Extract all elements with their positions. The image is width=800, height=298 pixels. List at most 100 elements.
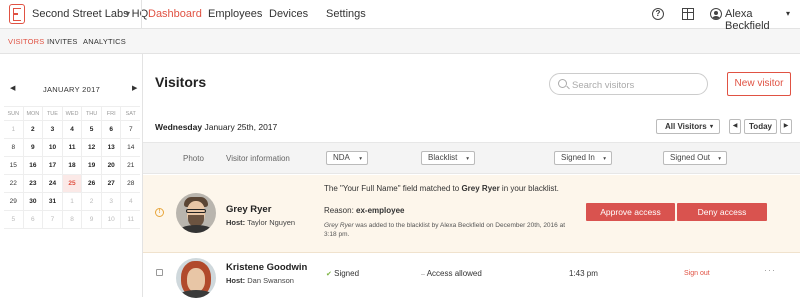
row-checkbox[interactable]	[156, 269, 163, 276]
subnav-visitors[interactable]: VISITORS	[8, 37, 44, 46]
calendar-day[interactable]: 30	[24, 193, 44, 210]
calendar-day[interactable]: 29	[4, 193, 24, 210]
calendar-day[interactable]: 15	[4, 157, 24, 174]
calendar-day[interactable]: 1	[4, 121, 24, 138]
blacklist-alert-message: The "Your Full Name" field matched to Gr…	[324, 184, 559, 193]
sub-nav: VISITORS INVITES ANALYTICS	[0, 29, 800, 54]
calendar-day[interactable]: 4	[63, 121, 83, 138]
next-day-button[interactable]: ▶	[780, 119, 792, 134]
alert-text: The "Your Full Name" field matched to	[324, 184, 462, 193]
warning-icon: !	[155, 208, 164, 217]
calendar-day[interactable]: 6	[102, 121, 122, 138]
calendar-day[interactable]: 8	[63, 211, 83, 228]
calendar-day[interactable]: 28	[121, 175, 140, 192]
approve-access-button[interactable]: Approve access	[586, 203, 675, 221]
reason-value: ex-employee	[356, 206, 405, 215]
signed-out-filter[interactable]: Signed Out ▾	[663, 151, 727, 165]
prev-day-button[interactable]: ◀	[729, 119, 741, 134]
calendar-day[interactable]: 5	[4, 211, 24, 228]
blacklist-filter[interactable]: Blacklist ▾	[421, 151, 475, 165]
main-content: Visitors Search visitors New visitor Wed…	[143, 54, 800, 298]
visitor-name[interactable]: Grey Ryer	[226, 204, 271, 215]
chevron-left-icon: ◀	[732, 123, 738, 129]
nda-filter-label: NDA	[333, 153, 350, 162]
calendar-day[interactable]: 23	[24, 175, 44, 192]
calendar-day[interactable]: 19	[82, 157, 102, 174]
calendar-day[interactable]: 11	[121, 211, 140, 228]
calendar-day[interactable]: 17	[43, 157, 63, 174]
calendar-day[interactable]: 27	[102, 175, 122, 192]
calendar-day[interactable]: 9	[82, 211, 102, 228]
calendar-day[interactable]: 26	[82, 175, 102, 192]
new-visitor-button[interactable]: New visitor	[727, 72, 791, 96]
visitor-name[interactable]: Kristene Goodwin	[226, 262, 307, 273]
more-options-icon[interactable]: ···	[764, 265, 776, 275]
calendar-day[interactable]: 10	[43, 139, 63, 156]
calendar-day[interactable]: 8	[4, 139, 24, 156]
calendar-day[interactable]: 4	[121, 193, 140, 210]
calendar-day[interactable]: 18	[63, 157, 83, 174]
weekday-label: TUE	[43, 107, 63, 120]
envoy-logo-icon[interactable]	[9, 4, 25, 24]
tab-settings[interactable]: Settings	[326, 8, 366, 20]
date-text: January 25th, 2017	[204, 122, 278, 132]
avatar	[176, 258, 216, 298]
help-icon[interactable]: ?	[652, 8, 664, 20]
tab-devices[interactable]: Devices	[269, 8, 308, 20]
calendar-next-icon[interactable]: ▶	[132, 84, 137, 92]
calendar-day[interactable]: 25	[62, 175, 83, 192]
host-label: Host:	[226, 218, 246, 227]
calendar-day[interactable]: 24	[43, 175, 63, 192]
calendar-day[interactable]: 13	[102, 139, 122, 156]
calendar-day[interactable]: 10	[102, 211, 122, 228]
visitor-filter-label: All Visitors	[665, 122, 707, 131]
calendar-day[interactable]: 2	[82, 193, 102, 210]
signed-in-time: 1:43 pm	[569, 269, 598, 278]
search-input[interactable]: Search visitors	[549, 73, 708, 95]
user-avatar-icon[interactable]	[710, 8, 722, 20]
calendar-day[interactable]: 2	[24, 121, 44, 138]
calendar-day[interactable]: 14	[121, 139, 140, 156]
calendar-day[interactable]: 6	[24, 211, 44, 228]
calendar-day[interactable]: 7	[121, 121, 140, 138]
calendar-day[interactable]: 3	[102, 193, 122, 210]
calendar-day[interactable]: 12	[82, 139, 102, 156]
calendar-week: 8 9 10 11 12 13 14	[4, 139, 140, 157]
chevron-down-icon[interactable]: ▾	[786, 9, 790, 18]
calendar-day[interactable]: 9	[24, 139, 44, 156]
deny-access-button[interactable]: Deny access	[677, 203, 767, 221]
calendar-day[interactable]: 20	[102, 157, 122, 174]
calendar-day[interactable]: 5	[82, 121, 102, 138]
tab-dashboard[interactable]: Dashboard	[148, 8, 202, 20]
check-icon: ✔	[326, 271, 332, 278]
calendar-day[interactable]: 16	[24, 157, 44, 174]
chevron-down-icon: ▾	[466, 156, 469, 162]
chevron-down-icon[interactable]: ▾	[126, 9, 130, 18]
sign-out-link[interactable]: Sign out	[684, 270, 710, 277]
subnav-invites[interactable]: INVITES	[47, 37, 78, 46]
visitor-filter-select[interactable]: All Visitors ▾	[656, 119, 720, 134]
nda-filter[interactable]: NDA ▾	[326, 151, 368, 165]
org-name[interactable]: Second Street Labs HQ	[32, 8, 148, 20]
note-name: Grey Ryer	[324, 222, 354, 229]
signed-in-filter[interactable]: Signed In ▾	[554, 151, 612, 165]
blacklist-note: Grey Ryer was added to the blacklist by …	[324, 221, 569, 239]
page-title: Visitors	[155, 74, 207, 90]
calendar-day[interactable]: 21	[121, 157, 140, 174]
calendar-day[interactable]: 22	[4, 175, 24, 192]
chevron-down-icon: ▾	[709, 124, 713, 130]
weekday-label: WED	[63, 107, 83, 120]
calendar-day[interactable]: 31	[43, 193, 63, 210]
weekday-label: SUN	[4, 107, 24, 120]
calendar-day[interactable]: 3	[43, 121, 63, 138]
today-button[interactable]: Today	[744, 119, 777, 134]
blacklist-reason: Reason: ex-employee	[324, 206, 405, 215]
tab-employees[interactable]: Employees	[208, 8, 262, 20]
gift-icon[interactable]	[682, 8, 694, 20]
calendar-day[interactable]: 7	[43, 211, 63, 228]
subnav-analytics[interactable]: ANALYTICS	[83, 37, 126, 46]
chevron-down-icon: ▾	[359, 156, 362, 162]
calendar-week: 22 23 24 25 26 27 28	[4, 175, 140, 193]
calendar-day[interactable]: 11	[63, 139, 83, 156]
calendar-day[interactable]: 1	[63, 193, 83, 210]
